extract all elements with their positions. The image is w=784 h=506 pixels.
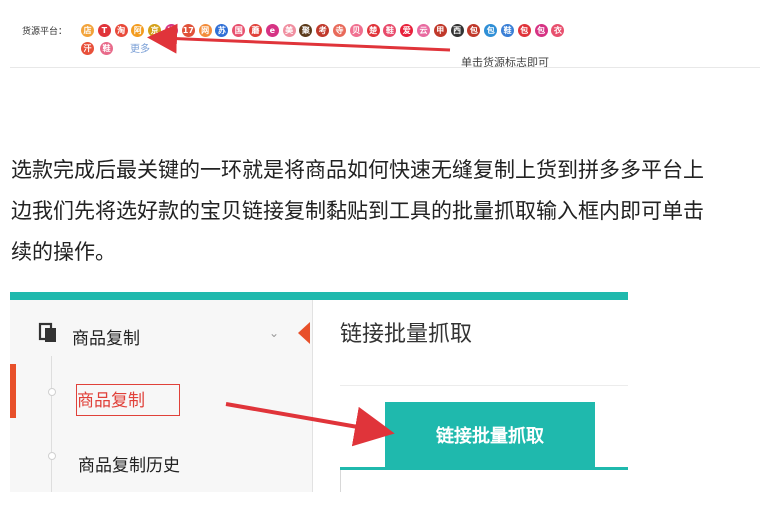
tool-top-bar [10,292,628,300]
source-icon-11[interactable]: 蘑 [249,24,262,37]
collapse-arrow-icon[interactable] [298,322,310,344]
content-divider [340,385,628,386]
more-link[interactable]: 更多 [130,40,150,55]
source-icon-7[interactable]: 17 [181,24,195,37]
source-icon-23[interactable]: 西 [450,24,464,37]
source-icon-26[interactable]: 鞋 [501,24,514,37]
source-platform-label: 货源平台： [22,27,68,37]
source-icon-21[interactable]: 云 [417,24,430,37]
active-indicator [10,364,16,418]
source-icon-1[interactable]: 店 [81,24,94,37]
paragraph-line: 续的操作。 [11,240,116,264]
source-icon-19[interactable]: 鞋 [383,24,397,37]
source-icon-6[interactable]: 唯 [165,24,178,37]
source-icon-5[interactable]: 京 [148,24,162,37]
source-platform-bar: 货源平台： 店 T 淘阿京唯 17 网苏国蘑 e 美聚考寺贝楚鞋爱云甲西包包鞋包包衣汗鞋 更… [0,0,784,70]
source-icon-15[interactable]: 考 [316,24,330,37]
tool-screenshot: 商品复制 ⌄ 商品复制 商品复制历史 链接批量抓取 链接批量抓取 [10,292,628,492]
sidebar-item-product-copy[interactable]: 商品复制 [77,386,145,411]
sidebar-item-copy-history[interactable]: 商品复制历史 [78,451,180,476]
source-icon-17[interactable]: 贝 [349,24,363,37]
tree-dot [48,388,56,396]
source-icon-9[interactable]: 苏 [215,24,229,37]
source-icon-25[interactable]: 包 [484,24,498,37]
sidebar-menu-title[interactable]: 商品复制 [72,324,140,349]
source-icon-13[interactable]: 美 [282,24,296,37]
source-icon-24[interactable]: 包 [467,24,481,37]
source-icon-3[interactable]: 淘 [114,24,128,37]
source-icon-20[interactable]: 爱 [400,24,414,37]
source-icon-4[interactable]: 阿 [131,24,145,37]
source-icon-30[interactable]: 汗 [81,42,94,55]
source-icon-10[interactable]: 国 [232,24,246,37]
tree-dot [48,452,56,460]
chevron-down-icon[interactable]: ⌄ [269,326,279,340]
source-icon-18[interactable]: 楚 [366,24,380,37]
source-icon-28[interactable]: 包 [534,24,548,37]
copy-icon [38,322,56,342]
source-icon-12[interactable]: e [265,24,279,37]
paragraph-line: 选款完成后最关键的一环就是将商品如何快速无缝复制上货到拼多多平台上 [11,158,704,182]
source-icon-29[interactable]: 衣 [551,24,565,37]
source-icon-8[interactable]: 网 [198,24,212,37]
source-icon-14[interactable]: 聚 [299,24,313,37]
source-icon-27[interactable]: 包 [517,24,531,37]
article-paragraph: 选款完成后最关键的一环就是将商品如何快速无缝复制上货到拼多多平台上 边我们先将选… [11,154,784,274]
paragraph-line: 边我们先将选好款的宝贝链接复制黏贴到工具的批量抓取输入框内即可单击 [11,199,704,223]
tree-line [51,356,52,492]
source-icon-31[interactable]: 鞋 [100,42,113,55]
sidebar-border [312,300,313,492]
batch-fetch-button[interactable]: 链接批量抓取 [385,402,595,468]
source-divider [10,67,760,68]
content-title: 链接批量抓取 [340,322,473,347]
source-icon-22[interactable]: 甲 [433,24,447,37]
link-input-box[interactable] [340,470,628,492]
source-icon-2[interactable]: T [97,24,111,37]
source-icon-16[interactable]: 寺 [333,24,346,37]
